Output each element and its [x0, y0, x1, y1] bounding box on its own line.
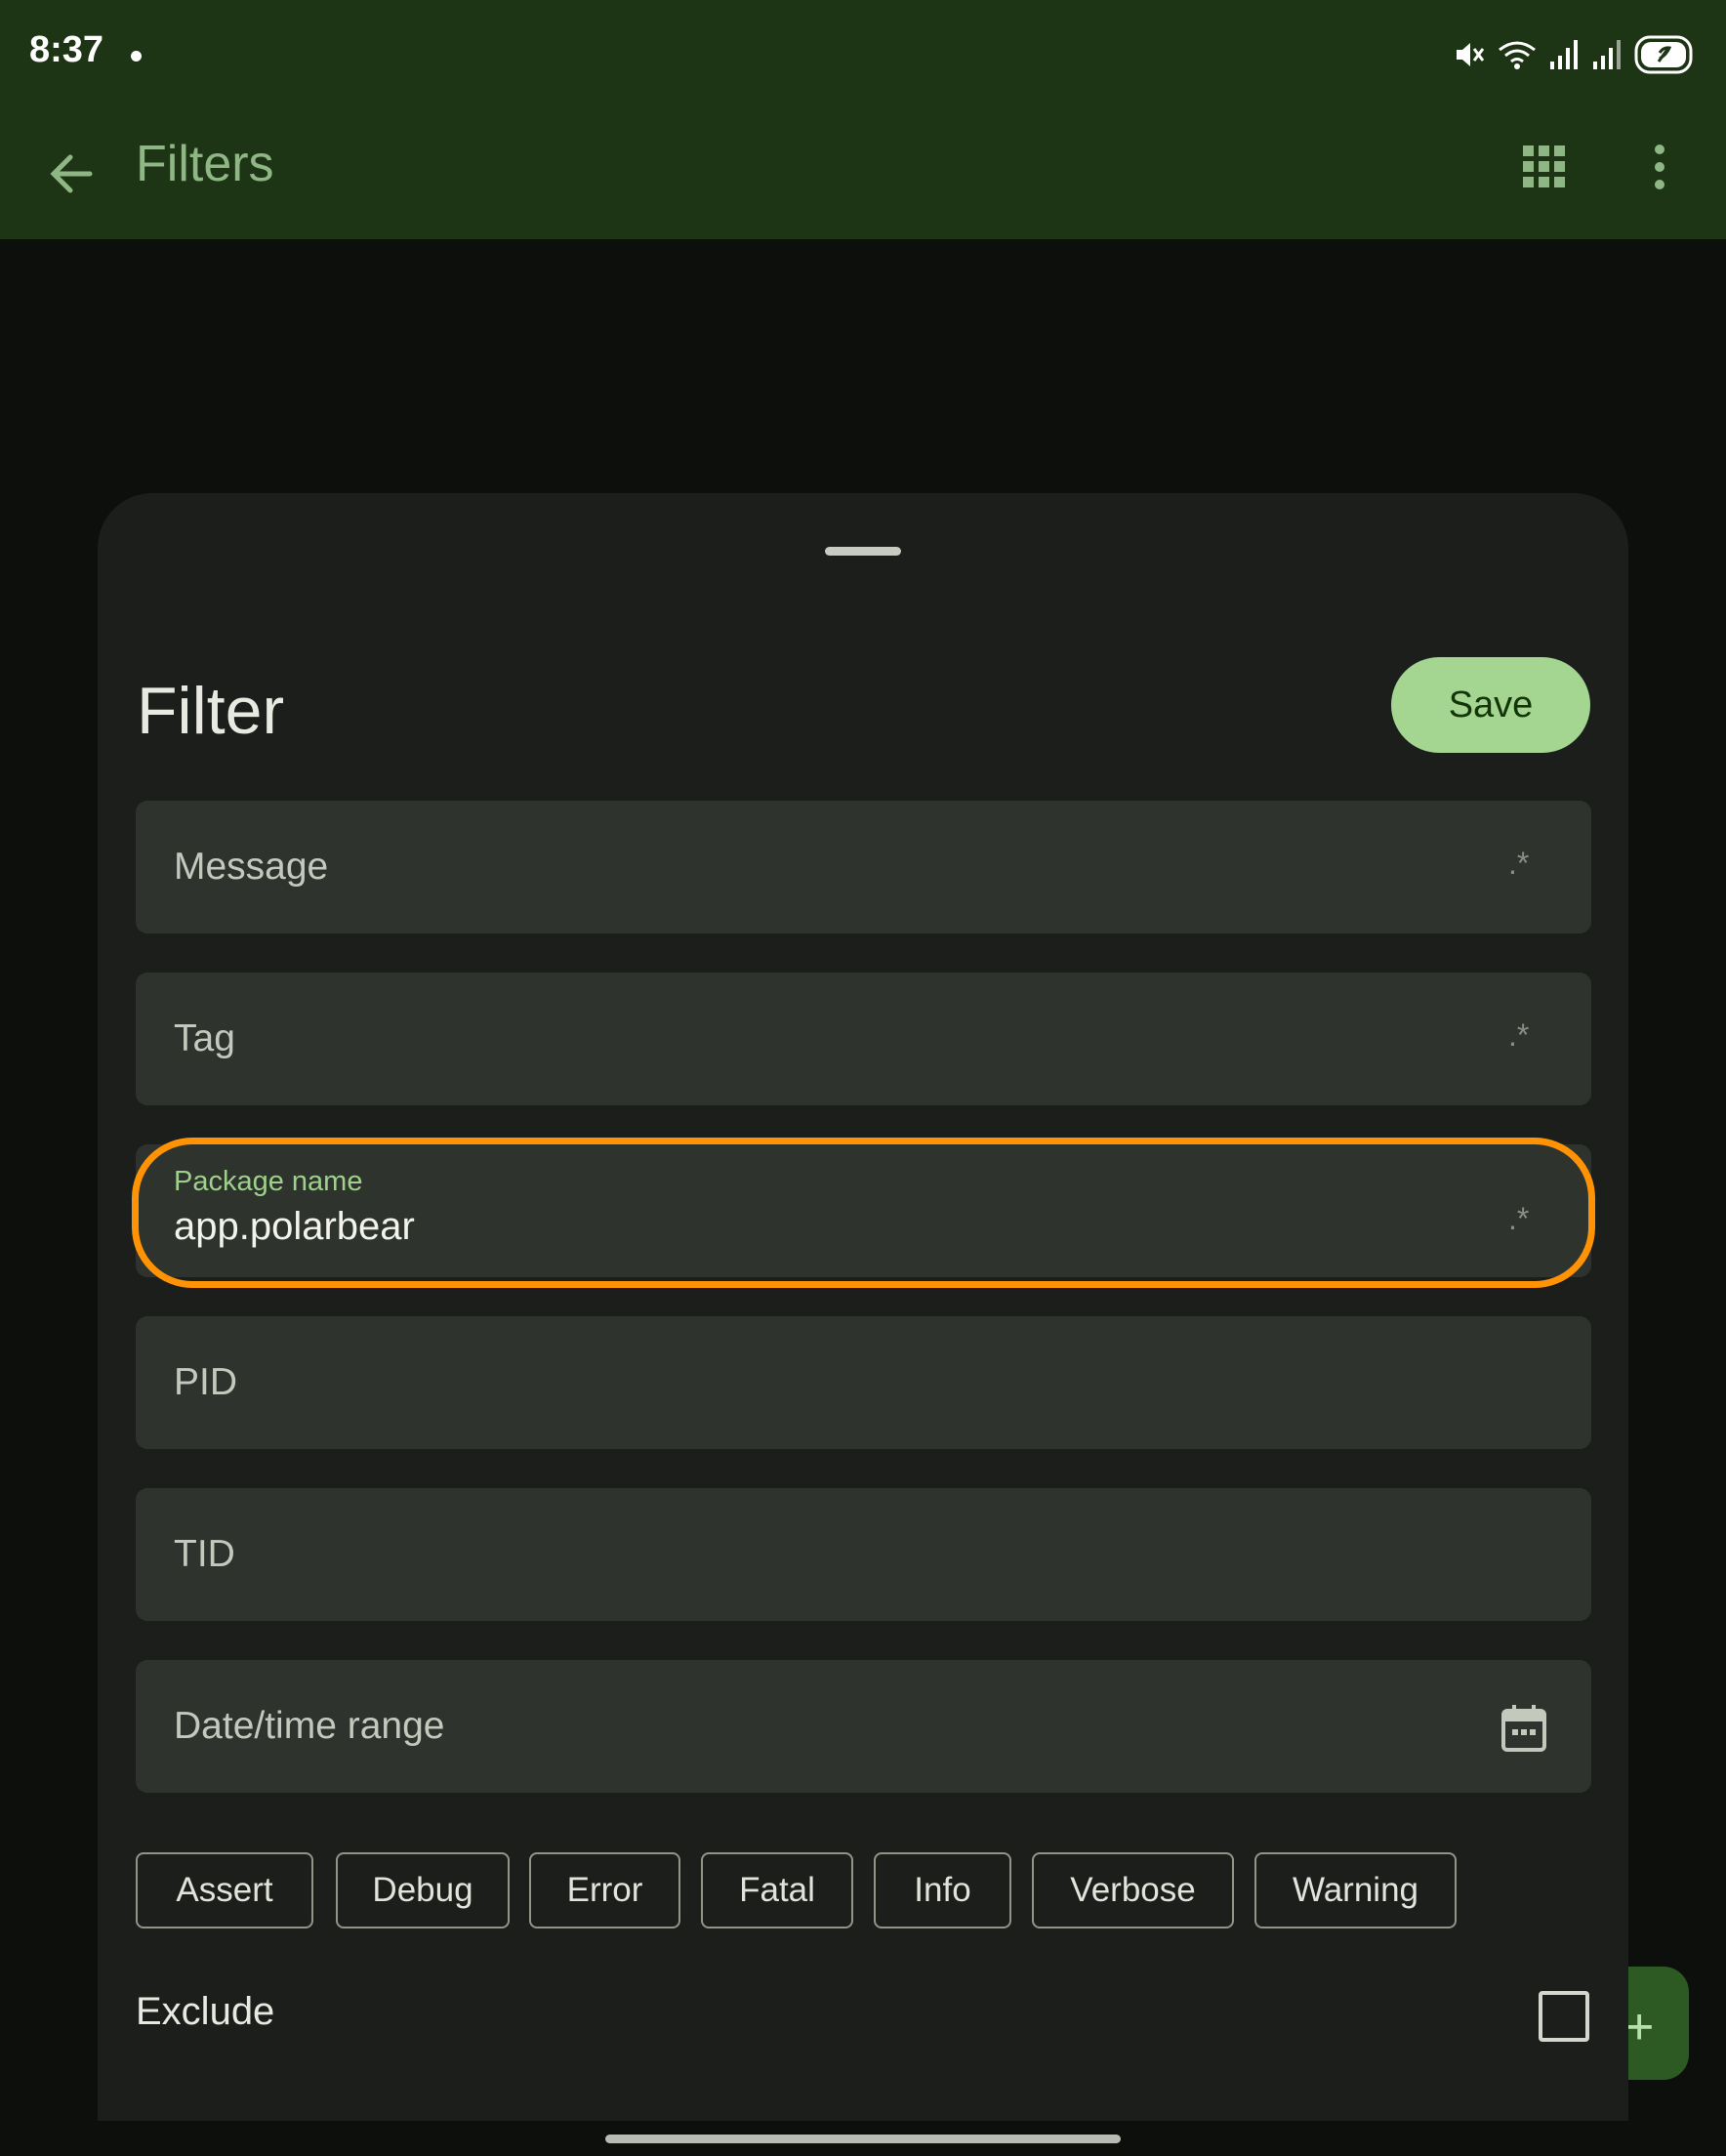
more-vertical-icon[interactable]	[1630, 136, 1693, 198]
regex-suffix: .*	[1508, 1017, 1530, 1053]
grid-icon[interactable]	[1513, 136, 1576, 198]
chip-warning[interactable]: Warning	[1254, 1852, 1457, 1928]
app-bar: Filters	[0, 109, 1726, 239]
exclude-label: Exclude	[136, 1990, 275, 2033]
signal-icon	[1550, 40, 1578, 69]
tag-label: Tag	[174, 1017, 235, 1059]
chip-error[interactable]: Error	[529, 1852, 680, 1928]
page-title: Filters	[136, 136, 274, 192]
tid-field[interactable]: TID	[136, 1488, 1591, 1621]
calendar-icon[interactable]	[1500, 1703, 1547, 1754]
date-range-label: Date/time range	[174, 1705, 445, 1747]
gesture-handle[interactable]	[605, 2135, 1121, 2143]
pid-label: PID	[174, 1361, 238, 1403]
save-button[interactable]: Save	[1391, 657, 1590, 753]
signal-icon-2	[1593, 40, 1621, 69]
regex-suffix: .*	[1508, 846, 1530, 881]
battery-icon	[1634, 35, 1693, 74]
chip-verbose[interactable]: Verbose	[1032, 1852, 1234, 1928]
notification-dot	[131, 51, 142, 62]
mute-icon	[1457, 43, 1485, 66]
tag-field[interactable]: Tag .*	[136, 973, 1591, 1105]
arrow-left-icon[interactable]	[39, 139, 109, 209]
message-label: Message	[174, 846, 329, 888]
message-field[interactable]: Message .*	[136, 801, 1591, 933]
chip-debug[interactable]: Debug	[336, 1852, 510, 1928]
highlight-outline	[132, 1138, 1595, 1288]
exclude-checkbox[interactable]	[1539, 1991, 1589, 2042]
date-range-field[interactable]: Date/time range	[136, 1660, 1591, 1793]
chip-info[interactable]: Info	[874, 1852, 1011, 1928]
status-time: 8:37	[29, 29, 104, 70]
status-bar: 8:37	[0, 0, 1726, 109]
tid-label: TID	[174, 1533, 235, 1575]
wifi-icon	[1499, 41, 1536, 69]
plus-icon: +	[1624, 1999, 1655, 2055]
chip-fatal[interactable]: Fatal	[701, 1852, 853, 1928]
status-icons	[1453, 33, 1693, 76]
filter-bottom-sheet: Filter Save Message .* Tag .* Package na…	[98, 493, 1628, 2156]
chip-assert[interactable]: Assert	[136, 1852, 313, 1928]
drag-handle[interactable]	[825, 547, 901, 556]
sheet-title: Filter	[137, 674, 285, 748]
pid-field[interactable]: PID	[136, 1316, 1591, 1449]
